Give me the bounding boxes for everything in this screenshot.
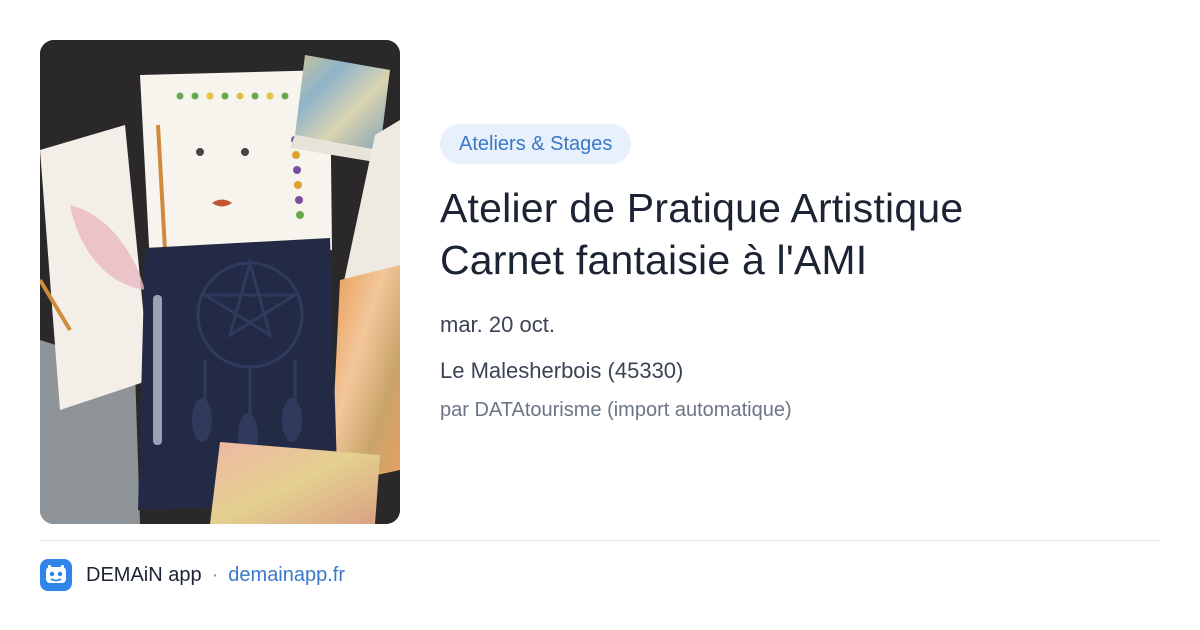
event-photo-illustration	[40, 40, 400, 524]
share-card: Ateliers & Stages Atelier de Pratique Ar…	[0, 0, 1200, 630]
event-location: Le Malesherbois (45330)	[440, 358, 684, 383]
event-title-line-1: Atelier de Pratique Artistique	[440, 185, 964, 231]
event-details: Ateliers & Stages Atelier de Pratique Ar…	[440, 124, 1160, 424]
event-source: par DATAtourisme (import automatique)	[440, 399, 792, 421]
footer: DEMAiN app · demainapp.fr	[40, 558, 345, 592]
event-date: mar. 20 oct.	[440, 312, 555, 337]
app-logo-icon[interactable]	[40, 559, 72, 591]
category-badge[interactable]: Ateliers & Stages	[440, 124, 632, 164]
event-title[interactable]: Atelier de Pratique Artistique Carnet fa…	[440, 182, 1160, 286]
footer-divider	[40, 540, 1160, 541]
event-title-line-2: Carnet fantaisie à l'AMI	[440, 237, 868, 283]
app-name: DEMAiN app	[86, 563, 202, 586]
app-domain-link[interactable]: demainapp.fr	[228, 564, 345, 587]
app-logo-glyph	[46, 565, 66, 583]
footer-separator: ·	[211, 563, 219, 586]
event-photo[interactable]	[40, 40, 400, 524]
